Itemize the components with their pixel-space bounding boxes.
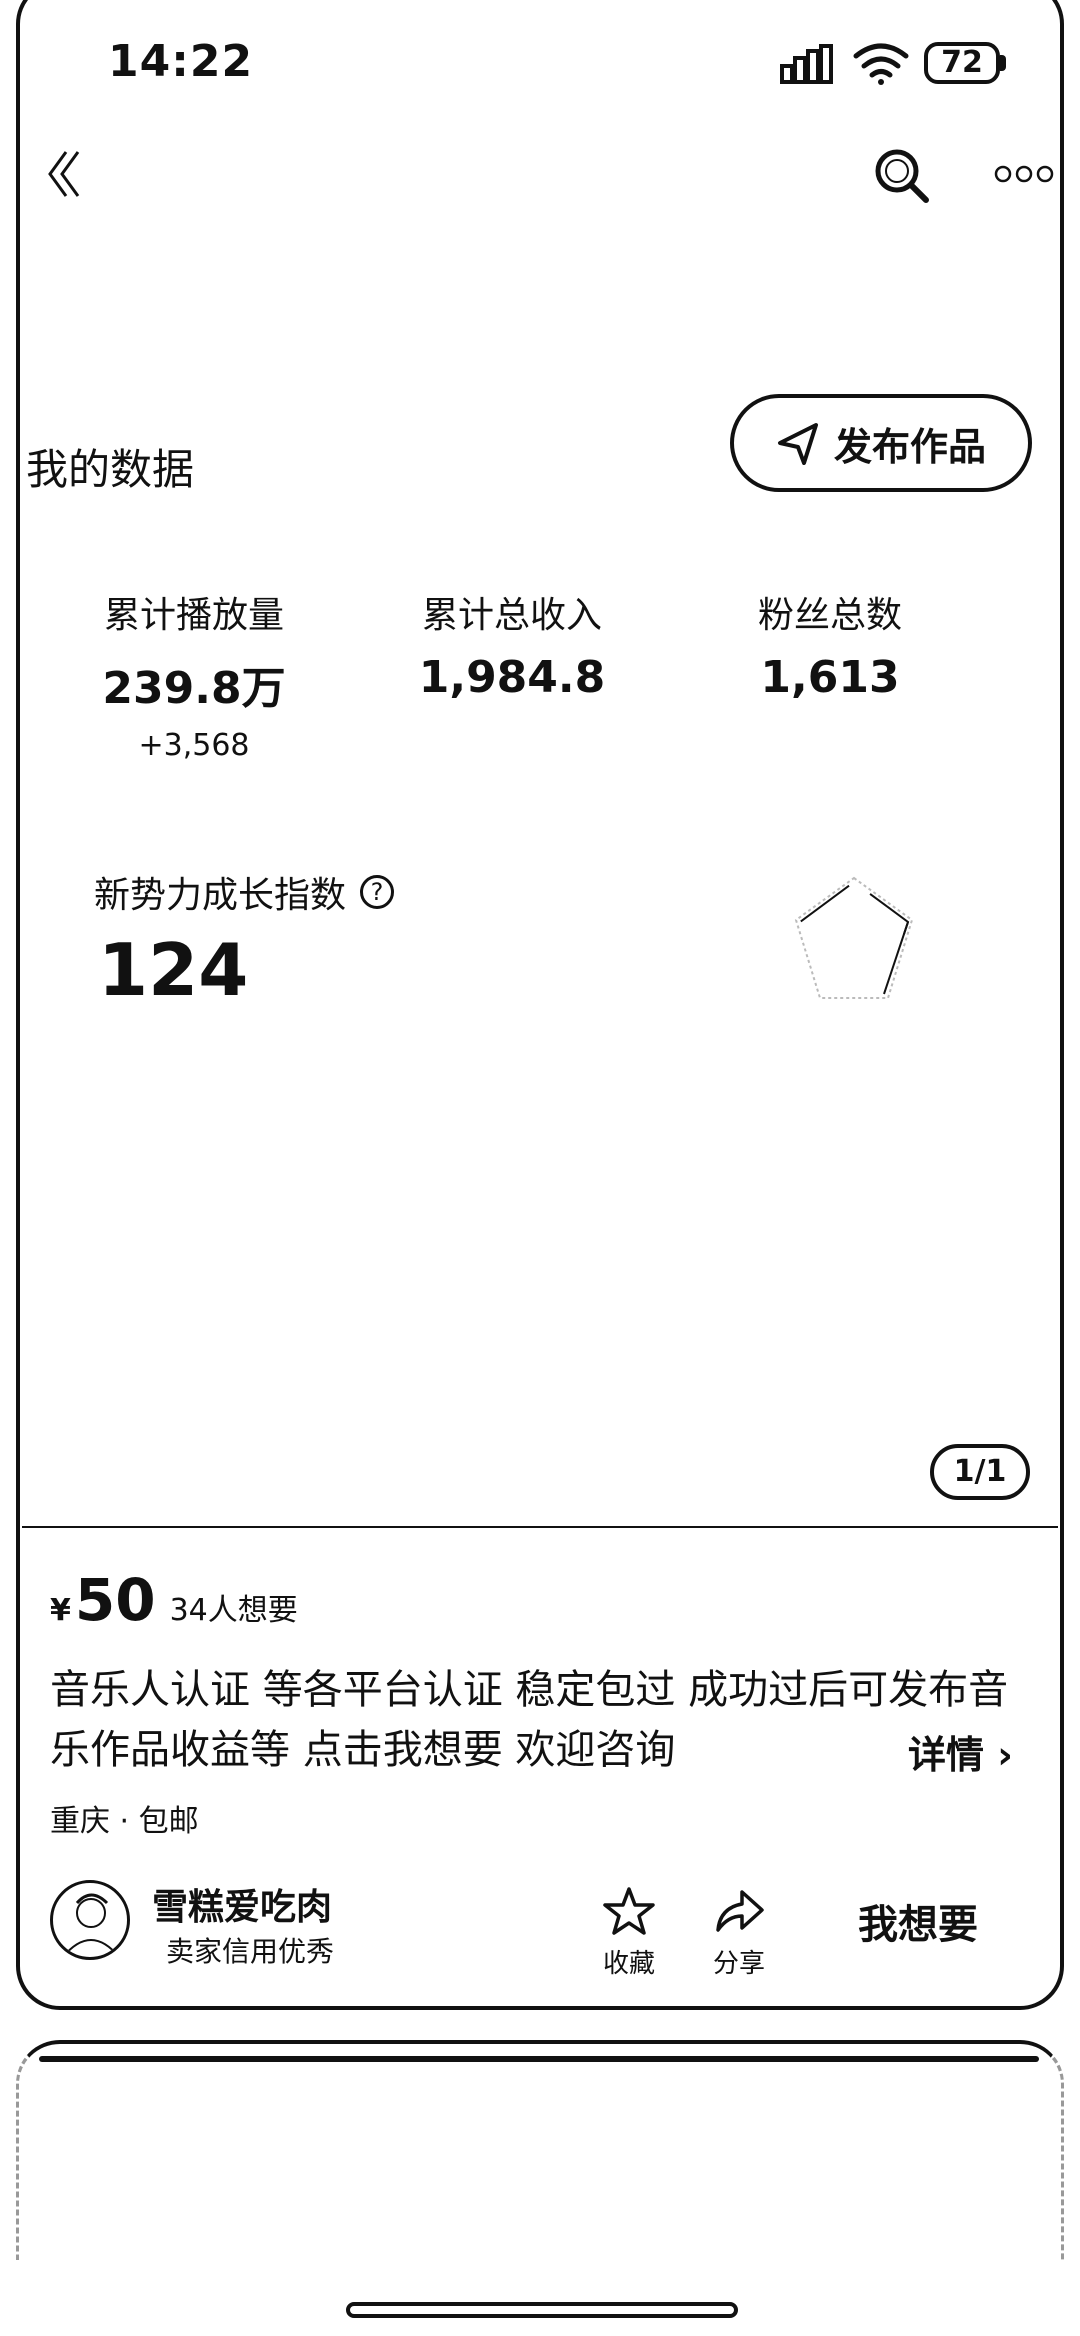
signal-icon [780, 44, 833, 84]
stat-value: 239.8万 [102, 663, 286, 714]
stat-fans[interactable]: 粉丝总数 1,613 [680, 586, 980, 703]
price-row: ¥ 50 34人想要 [50, 1566, 298, 1634]
listing-description: 音乐人认证 等各平台认证 稳定包过 成功过后可发布音乐作品收益等 点击我想要 欢… [50, 1667, 1009, 1773]
search-icon[interactable] [872, 146, 930, 204]
want-button[interactable]: 我想要 [858, 1892, 978, 1950]
growth-index-value: 124 [98, 928, 249, 1012]
status-time: 14:22 [108, 36, 254, 87]
stat-plays[interactable]: 累计播放量 239.8万 +3,568 [44, 586, 344, 763]
growth-index-title: 新势力成长指数 [94, 875, 347, 916]
page-indicator: 1/1 [930, 1444, 1030, 1500]
details-link[interactable]: 详情 › [908, 1724, 1013, 1779]
wants-count: 34人想要 [169, 1593, 298, 1628]
growth-index-label: 新势力成长指数 ? [94, 866, 395, 918]
next-card-edge [39, 2056, 1039, 2062]
share-icon [716, 1890, 764, 1932]
next-card [16, 2040, 1064, 2260]
star-icon [603, 1887, 655, 1935]
seller-avatar[interactable] [50, 1880, 130, 1960]
send-icon [777, 423, 818, 465]
stat-delta: +3,568 [138, 728, 250, 763]
wifi-icon [853, 43, 909, 85]
more-icon[interactable] [994, 164, 1054, 184]
stat-label: 累计总收入 [421, 595, 602, 636]
favorite-label: 收藏 [602, 1949, 655, 1979]
location-shipping: 重庆 · 包邮 [50, 1804, 199, 1839]
price-currency: ¥ [50, 1593, 71, 1628]
seller-name[interactable]: 雪糕爱吃肉 [152, 1878, 332, 1930]
divider [22, 1526, 1058, 1528]
stat-label: 粉丝总数 [757, 595, 902, 636]
battery-indicator: 72 [924, 42, 1000, 84]
stat-value: 1,613 [760, 652, 900, 703]
home-indicator[interactable] [346, 2302, 738, 2318]
radar-chart-icon [794, 876, 914, 999]
share-label: 分享 [712, 1949, 765, 1979]
help-icon[interactable]: ? [360, 875, 395, 909]
section-title: 我的数据 [26, 445, 195, 494]
battery-tip [1000, 55, 1006, 71]
seller-credit-badge: 卖家信用优秀 [166, 1935, 335, 1968]
price-value: 50 [74, 1566, 156, 1634]
stat-label: 累计播放量 [103, 595, 284, 636]
back-icon[interactable] [44, 148, 84, 200]
publish-button-label: 发布作品 [833, 424, 986, 469]
favorite-button[interactable]: 收藏 [594, 1886, 664, 1980]
stat-income[interactable]: 累计总收入 1,984.8 [362, 586, 662, 703]
publish-button[interactable]: 发布作品 [730, 394, 1032, 492]
stat-value: 1,984.8 [418, 652, 606, 703]
share-button[interactable]: 分享 [704, 1886, 774, 1980]
